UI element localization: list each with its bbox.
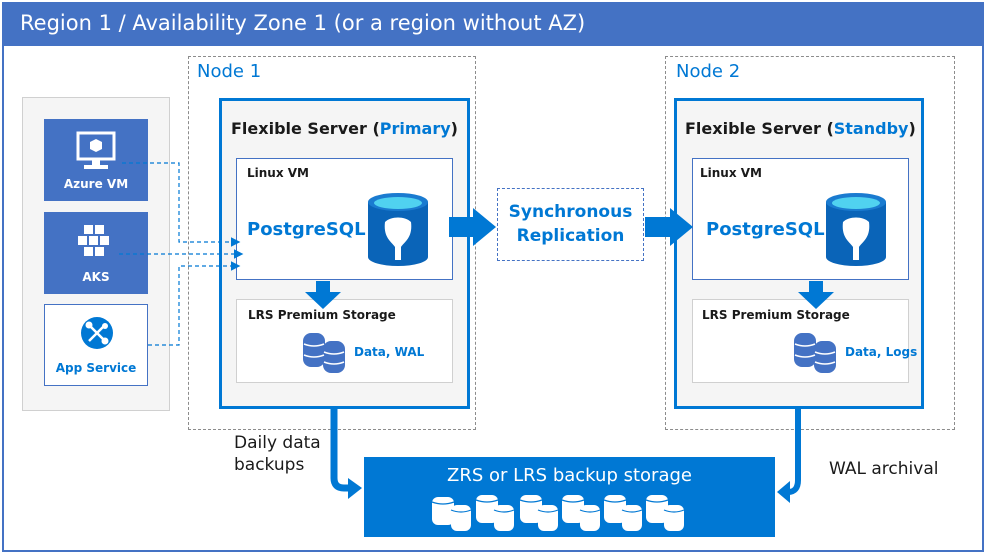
replication-arrow-in — [449, 208, 496, 246]
connector-app-service — [148, 261, 241, 346]
vm-to-storage-arrow-node-2 — [798, 281, 834, 309]
daily-backup-arrowhead — [348, 478, 362, 499]
client-connectors — [119, 162, 244, 346]
disk-stack-icon-node-2 — [794, 333, 836, 373]
connector-azure-vm — [122, 162, 241, 247]
disk-pair — [432, 497, 471, 531]
daily-backup-line — [330, 409, 350, 492]
wal-archival-arrowhead — [777, 481, 790, 503]
wal-archival-line — [786, 409, 801, 495]
postgresql-db-icon-node-1 — [368, 193, 428, 266]
postgresql-db-icon-node-2 — [826, 193, 886, 266]
replication-arrow-out — [645, 208, 693, 246]
disk-stack-icon-node-1 — [303, 333, 345, 373]
diagram-overlay — [119, 162, 886, 531]
vm-to-storage-arrow-node-1 — [305, 281, 341, 309]
